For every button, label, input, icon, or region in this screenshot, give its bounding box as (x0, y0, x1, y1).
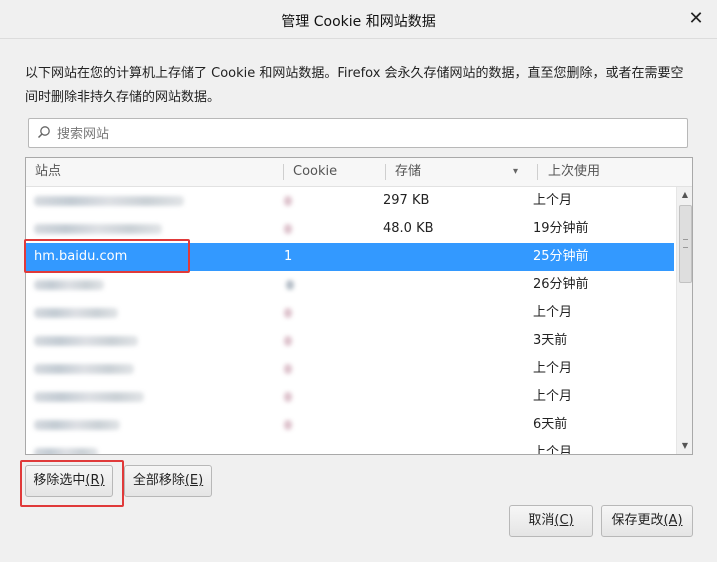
remove-all-label: 全部移除 (132, 473, 185, 488)
last-used-cell: 上个月 (533, 361, 573, 376)
last-used-cell: 26分钟前 (533, 277, 589, 292)
last-used-cell: 上个月 (533, 389, 573, 404)
dialog-titlebar: 管理 Cookie 和网站数据 ✕ (0, 0, 717, 39)
cookie-cell: 1 (284, 249, 293, 264)
column-separator[interactable] (385, 164, 386, 180)
blurred-cookie (284, 336, 292, 346)
blurred-cookie (284, 224, 292, 234)
grip-icon (683, 239, 688, 248)
column-separator[interactable] (283, 164, 284, 180)
last-used-cell: 上个月 (533, 445, 573, 454)
storage-cell: 48.0 KB (383, 221, 434, 236)
table-row[interactable]: 上个月 (26, 383, 674, 411)
scroll-up-icon[interactable]: ▲ (677, 187, 692, 203)
blurred-cookie (286, 280, 294, 290)
last-used-cell: 25分钟前 (533, 249, 589, 264)
blurred-cookie (284, 364, 292, 374)
table-row[interactable]: 6天前 (26, 411, 674, 439)
blurred-site (34, 392, 144, 402)
cancel-label: 取消 (528, 513, 555, 528)
dialog-title: 管理 Cookie 和网站数据 (281, 14, 436, 30)
blurred-site (34, 420, 120, 430)
blurred-site (34, 280, 104, 290)
search-input[interactable] (55, 123, 659, 145)
blurred-site (34, 224, 162, 234)
column-header-storage[interactable]: 存储 (395, 158, 421, 186)
last-used-cell: 3天前 (533, 333, 568, 348)
blurred-cookie (284, 392, 292, 402)
last-used-cell: 上个月 (533, 193, 573, 208)
cancel-button[interactable]: 取消(C) (509, 505, 593, 537)
blurred-cookie (284, 420, 292, 430)
last-used-cell: 6天前 (533, 417, 568, 432)
column-header-cookie[interactable]: Cookie (293, 158, 337, 186)
last-used-cell: 19分钟前 (533, 221, 589, 236)
table-row[interactable]: 上个月 (26, 355, 674, 383)
cancel-accesskey: (C) (554, 513, 574, 528)
table-row[interactable]: 297 KB 上个月 (26, 187, 674, 215)
column-separator[interactable] (537, 164, 538, 180)
remove-all-button[interactable]: 全部移除(E) (124, 465, 212, 497)
blurred-site (34, 448, 98, 454)
last-used-cell: 上个月 (533, 305, 573, 320)
save-accesskey: (A) (663, 513, 683, 528)
table-row[interactable]: 26分钟前 (26, 271, 674, 299)
vertical-scrollbar[interactable]: ▲ ▼ (676, 187, 692, 454)
storage-cell: 297 KB (383, 193, 430, 208)
table-row[interactable]: 上个月 (26, 299, 674, 327)
blurred-site (34, 364, 134, 374)
save-button[interactable]: 保存更改(A) (601, 505, 693, 537)
table-row[interactable]: 上个月 (26, 439, 674, 454)
table-header: 站点 Cookie 存储 ▾ 上次使用 (26, 158, 692, 187)
blurred-site (34, 336, 138, 346)
save-label: 保存更改 (611, 513, 664, 528)
scrollbar-thumb[interactable] (679, 205, 692, 283)
blurred-cookie (284, 196, 292, 206)
sites-table: 站点 Cookie 存储 ▾ 上次使用 297 KB 上个月 48.0 KB 1… (25, 157, 693, 455)
blurred-cookie (284, 308, 292, 318)
table-row[interactable]: 3天前 (26, 327, 674, 355)
column-header-last-used[interactable]: 上次使用 (548, 158, 600, 186)
blurred-site (34, 308, 118, 318)
remove-all-accesskey: (E) (184, 473, 204, 488)
table-body: 297 KB 上个月 48.0 KB 19分钟前 hm.baidu.com 1 … (26, 187, 674, 454)
dialog-description: 以下网站在您的计算机上存储了 Cookie 和网站数据。Firefox 会永久存… (25, 66, 684, 105)
search-box[interactable] (28, 118, 688, 148)
search-icon (37, 126, 50, 139)
blurred-site (34, 196, 184, 206)
sort-descending-icon[interactable]: ▾ (513, 158, 518, 186)
column-header-site[interactable]: 站点 (35, 158, 61, 186)
scroll-down-icon[interactable]: ▼ (677, 438, 692, 454)
close-icon[interactable]: ✕ (685, 8, 707, 30)
highlight-box (20, 460, 124, 507)
highlight-box (24, 239, 190, 273)
